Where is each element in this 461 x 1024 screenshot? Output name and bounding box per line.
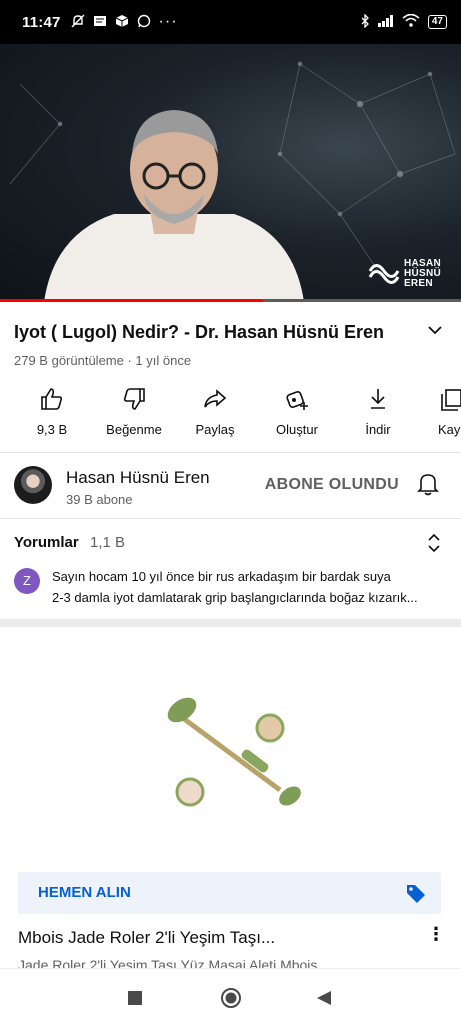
signal-icon [377, 14, 394, 30]
comments-title: Yorumlar [14, 534, 79, 551]
comments-count: 1,1 B [90, 534, 126, 551]
circle-icon [221, 988, 241, 1008]
wifi-icon [402, 13, 420, 30]
divider [0, 452, 461, 453]
ad-product-image[interactable] [150, 680, 310, 820]
save-button[interactable]: Kay [420, 386, 461, 437]
comment-line-2: 2-3 damla iyot damlatarak grip başlangıc… [52, 590, 418, 605]
system-nav-bar [0, 968, 461, 1024]
download-button[interactable]: İndir [338, 386, 418, 437]
buy-now-label: HEMEN ALIN [38, 884, 131, 901]
like-count: 9,3 B [36, 422, 68, 437]
save-label: Kay [438, 422, 461, 437]
dislike-button[interactable]: Beğenme [94, 386, 174, 437]
clock: 11:47 [22, 13, 61, 31]
video-player[interactable]: HASAN HÜSNÜ EREN [0, 44, 461, 302]
comment-preview[interactable]: Sayın hocam 10 yıl önce bir rus arkadaşı… [52, 566, 448, 608]
comments-panel[interactable]: Yorumlar 1,1 B Z Sayın hocam 10 yıl önce… [0, 530, 461, 616]
thumbs-down-icon [94, 386, 174, 416]
home-button[interactable] [220, 987, 242, 1014]
dislike-label: Beğenme [106, 422, 162, 437]
channel-row: Hasan Hüsnü Eren 39 B abone ABONE OLUNDU [0, 462, 461, 510]
share-button[interactable]: Paylaş [175, 386, 255, 437]
message-icon [93, 14, 107, 30]
box-icon [115, 14, 129, 30]
bluetooth-icon [360, 12, 370, 31]
square-icon [128, 991, 142, 1005]
battery-icon: 47 [427, 15, 447, 29]
ad-title[interactable]: Mbois Jade Roler 2'li Yeşim Taşı... [18, 928, 275, 948]
download-label: İndir [365, 422, 391, 437]
progress-bar[interactable] [0, 299, 263, 302]
whatsapp-icon [137, 14, 151, 30]
notification-bell-icon[interactable] [417, 472, 439, 501]
more-icon: ··· [158, 13, 178, 30]
share-icon [175, 386, 255, 416]
subscriber-count: 39 B abone [66, 492, 133, 507]
video-title[interactable]: Iyot ( Lugol) Nedir? - Dr. Hasan Hüsnü E… [14, 322, 384, 343]
triangle-back-icon [317, 991, 331, 1005]
ad-description: Jade Roler 2'li Yeşim Taşı Yüz Masaj Ale… [18, 957, 318, 968]
create-label: Oluştur [276, 422, 318, 437]
presenter-figure [44, 110, 304, 302]
video-meta[interactable]: 279 B görüntüleme · 1 yıl önce [14, 353, 191, 368]
more-options-icon[interactable]: ⋮ [427, 924, 445, 945]
tag-icon [405, 882, 427, 909]
mute-icon [71, 14, 85, 30]
recents-button[interactable] [128, 991, 142, 1010]
like-button[interactable]: 9,3 B [12, 386, 92, 437]
subscribed-button[interactable]: ABONE OLUNDU [265, 476, 399, 494]
commenter-avatar: Z [14, 568, 40, 594]
channel-name[interactable]: Hasan Hüsnü Eren [66, 468, 210, 488]
save-icon [420, 386, 461, 416]
status-bar: 11:47 ··· 47 [0, 0, 461, 44]
channel-avatar[interactable] [14, 466, 52, 504]
buy-now-banner[interactable]: HEMEN ALIN [18, 872, 441, 914]
comment-line-1: Sayın hocam 10 yıl önce bir rus arkadaşı… [52, 569, 391, 584]
back-button[interactable] [316, 990, 332, 1011]
share-label: Paylaş [195, 422, 235, 437]
divider [0, 518, 461, 519]
section-separator [0, 619, 461, 627]
brand-line-3: EREN [403, 278, 433, 289]
brand-logo-icon [368, 258, 400, 290]
channel-watermark: HASAN HÜSNÜ EREN [368, 258, 441, 290]
expand-chevron-icon[interactable] [427, 322, 443, 343]
expand-collapse-icon[interactable] [427, 532, 441, 559]
thumbs-up-icon [12, 386, 92, 416]
download-icon [338, 386, 418, 416]
create-icon [257, 386, 337, 416]
create-button[interactable]: Oluştur [257, 386, 337, 437]
action-row: 9,3 B Beğenme Paylaş Oluştur İndir Kay [0, 386, 461, 446]
